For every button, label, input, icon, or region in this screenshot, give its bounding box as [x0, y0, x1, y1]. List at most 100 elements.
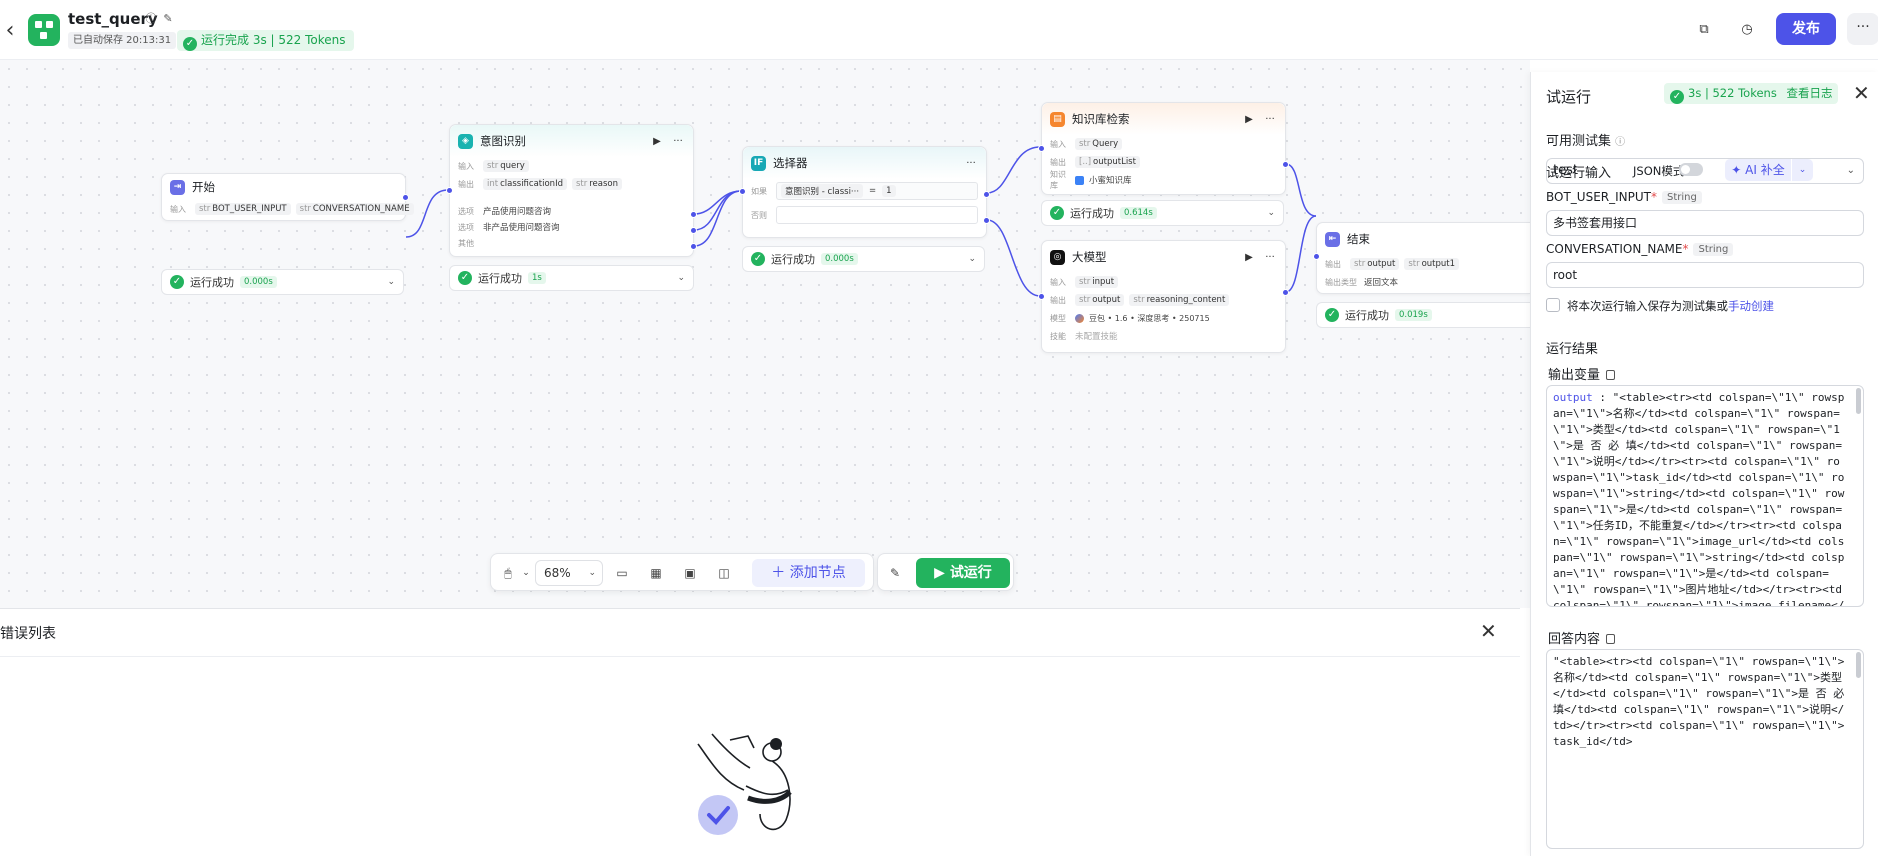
- view-log-link[interactable]: 查看日志: [1786, 86, 1832, 100]
- node-intent-title: 意图识别: [480, 134, 526, 148]
- node-end[interactable]: ⇤ 结束 输出 str output str output1 输出类型 返回文本: [1313, 222, 1530, 294]
- back-arrow-icon[interactable]: ‹: [2, 18, 18, 43]
- comment-icon[interactable]: ▭: [611, 562, 633, 584]
- scrollbar[interactable]: [1856, 388, 1861, 414]
- info-icon[interactable]: ⓘ: [1615, 137, 1625, 148]
- chevron-down-icon[interactable]: ⌄: [1792, 159, 1813, 181]
- output-type-label: 输出类型: [1325, 277, 1357, 287]
- edit-icon[interactable]: ✎: [161, 12, 175, 26]
- chevron-down-icon[interactable]: ⌄: [387, 277, 395, 287]
- run-toolbar: ✎ ▶ 试运行: [877, 553, 1014, 591]
- node-kb-status[interactable]: ✓ 运行成功 0.614s ⌄: [1041, 200, 1284, 226]
- kb-label: 知识库: [1050, 170, 1066, 190]
- trial-input-label: 试运行输入: [1546, 166, 1612, 181]
- input-label: 输入: [1050, 277, 1066, 287]
- info-icon[interactable]: ⓘ: [144, 12, 158, 26]
- input-label: 输入: [458, 161, 474, 171]
- intent-option: 选项 非产品使用问题咨询: [458, 222, 560, 234]
- output-port[interactable]: [690, 227, 697, 234]
- input-port[interactable]: [739, 188, 746, 195]
- chevron-down-icon: ⌄: [588, 568, 596, 578]
- manual-create-link[interactable]: 手动创建: [1728, 299, 1774, 313]
- output-port[interactable]: [1282, 289, 1289, 296]
- var-tag: int classificationId: [483, 178, 567, 190]
- minimap-icon[interactable]: ◫: [713, 562, 735, 584]
- output-port-if[interactable]: [983, 191, 990, 198]
- condition-box[interactable]: 意图识别 - classi··· = 1: [776, 182, 978, 200]
- output-port[interactable]: [402, 194, 409, 201]
- error-panel-header: 错误列表 ✕: [0, 609, 1520, 657]
- node-knowledge-base[interactable]: ▤ 知识库检索 ▶ ··· 输入 str Query 输出 [..] outputL…: [1038, 102, 1289, 195]
- var-tag: [..] outputList: [1075, 156, 1140, 168]
- answer-content-box[interactable]: "<table><tr><td colspan=\"1\" rowspan=\"…: [1546, 649, 1864, 849]
- chevron-down-icon[interactable]: ⌄: [515, 562, 537, 584]
- node-llm[interactable]: ◎ 大模型 ▶ ··· 输入 str input 输出 str output str…: [1038, 240, 1289, 353]
- save-testset-checkbox[interactable]: [1546, 298, 1560, 312]
- input-port[interactable]: [1038, 145, 1045, 152]
- layout-grid-icon[interactable]: ▦: [645, 562, 667, 584]
- workflow-canvas[interactable]: ⇥ 开始 输入 str BOT_USER_INPUT str CONVERSATIO…: [0, 60, 1530, 608]
- run-time-chip: 0.019s: [1395, 309, 1432, 321]
- input-label: 输入: [1050, 139, 1066, 149]
- run-status-badge[interactable]: ✓ 运行完成 3s | 522 Tokens: [177, 30, 354, 51]
- node-kb-title: 知识库检索: [1072, 112, 1130, 126]
- node-intent[interactable]: ◈ 意图识别 ▶ ··· 输入 str query 输出 int classific…: [446, 124, 697, 257]
- more-icon[interactable]: ···: [671, 136, 685, 147]
- conversation-name-field[interactable]: root: [1546, 262, 1864, 288]
- output-port-else[interactable]: [983, 217, 990, 224]
- var-tag: str BOT_USER_INPUT: [195, 203, 291, 215]
- bot-user-input-field[interactable]: 多书签套用接口: [1546, 210, 1864, 236]
- publish-button[interactable]: 发布: [1776, 13, 1836, 45]
- more-icon[interactable]: ···: [964, 158, 978, 169]
- chevron-down-icon[interactable]: ⌄: [1267, 208, 1275, 218]
- var-tag: str output1: [1404, 258, 1460, 270]
- output-label: 输出: [458, 179, 474, 189]
- input-port[interactable]: [446, 187, 453, 194]
- node-end-title: 结束: [1347, 232, 1370, 246]
- node-start-status[interactable]: ✓ 运行成功 0.000s ⌄: [161, 269, 404, 295]
- wrench-icon[interactable]: ✎: [884, 562, 906, 584]
- copy-icon[interactable]: [1606, 370, 1616, 380]
- trial-run-button[interactable]: ▶ 试运行: [916, 558, 1010, 588]
- ai-fill-button[interactable]: ✦ AI 补全: [1725, 159, 1791, 181]
- output-port[interactable]: [690, 243, 697, 250]
- add-node-button[interactable]: ＋ 添加节点: [752, 559, 865, 587]
- intent-option: 选项 产品使用问题咨询: [458, 206, 552, 218]
- input-port[interactable]: [1313, 253, 1320, 260]
- close-icon[interactable]: ✕: [1853, 81, 1870, 105]
- history-icon[interactable]: ◷: [1735, 18, 1759, 42]
- chevron-down-icon[interactable]: ⌄: [677, 273, 685, 283]
- more-icon[interactable]: ···: [1263, 252, 1277, 263]
- output-port[interactable]: [1282, 161, 1289, 168]
- chevron-down-icon: ⌄: [1846, 165, 1855, 176]
- node-llm-title: 大模型: [1072, 250, 1107, 264]
- copy-icon[interactable]: ⧉: [1692, 18, 1716, 42]
- chevron-down-icon[interactable]: ⌄: [968, 254, 976, 264]
- play-icon[interactable]: ▶: [650, 136, 664, 147]
- play-icon[interactable]: ▶: [1242, 114, 1256, 125]
- node-end-status[interactable]: ✓ 运行成功 0.019s: [1316, 302, 1530, 328]
- image-icon[interactable]: ▣: [679, 562, 701, 584]
- node-start[interactable]: ⇥ 开始 输入 str BOT_USER_INPUT str CONVERSATIO…: [161, 173, 414, 221]
- output-label: 输出: [1050, 295, 1066, 305]
- node-intent-status[interactable]: ✓ 运行成功 1s ⌄: [449, 265, 694, 291]
- close-icon[interactable]: ✕: [1480, 619, 1497, 643]
- autosave-status: 已自动保存 20:13:31: [68, 32, 177, 49]
- play-icon[interactable]: ▶: [1242, 252, 1256, 263]
- output-port[interactable]: [690, 211, 697, 218]
- check-circle-icon: ✓: [1050, 206, 1064, 220]
- node-selector[interactable]: IF 选择器 ··· 如果 意图识别 - classi··· = 1 否则: [739, 146, 990, 238]
- copy-icon[interactable]: [1606, 634, 1616, 644]
- if-icon: IF: [751, 155, 766, 171]
- input-port[interactable]: [1038, 293, 1045, 300]
- run-result-label: 运行结果: [1546, 342, 1599, 357]
- top-bar: ‹ test_query ⓘ ✎ 已自动保存 20:13:31 ✓ 运行完成 3s…: [0, 0, 1878, 60]
- more-menu-button[interactable]: ···: [1847, 13, 1878, 45]
- more-icon[interactable]: ···: [1263, 114, 1277, 125]
- node-selector-status[interactable]: ✓ 运行成功 0.000s ⌄: [742, 246, 985, 272]
- empty-state-illustration: [697, 733, 792, 835]
- json-mode-toggle[interactable]: [1679, 163, 1703, 176]
- output-variable-box[interactable]: output : "<table><tr><td colspan=\"1\" r…: [1546, 385, 1864, 607]
- scrollbar[interactable]: [1856, 652, 1861, 678]
- zoom-select[interactable]: 68% ⌄: [535, 560, 603, 586]
